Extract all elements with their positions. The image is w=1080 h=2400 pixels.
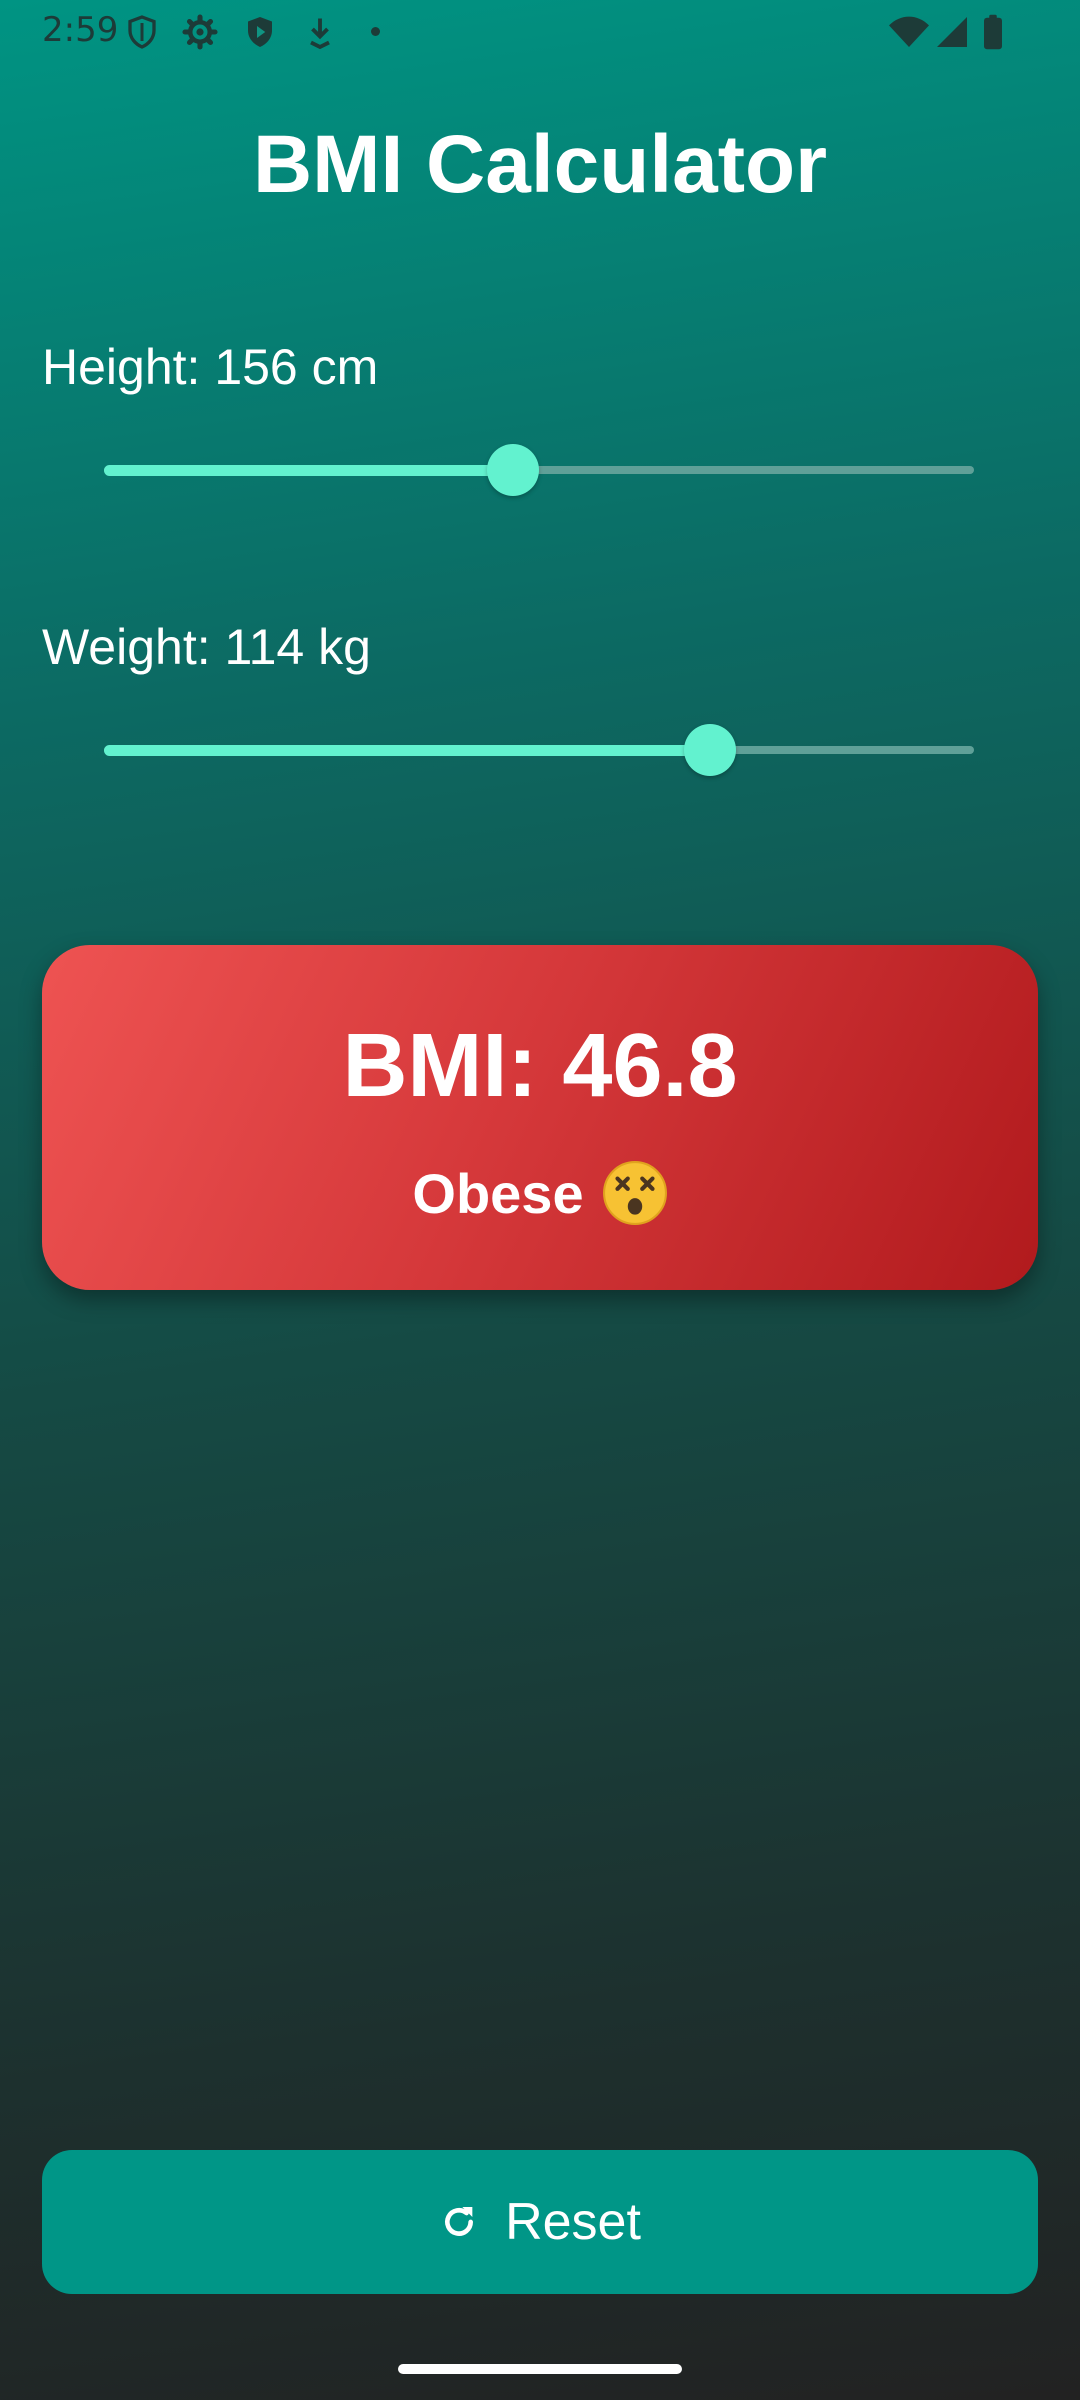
signal-icon (937, 17, 967, 47)
shield-play-icon (248, 17, 272, 47)
status-bar: 2:59 (0, 0, 1080, 64)
height-slider-thumb[interactable] (486, 444, 539, 496)
height-slider[interactable] (104, 440, 974, 500)
weight-slider[interactable] (104, 720, 974, 780)
bmi-result-card: BMI: 46.8 Obese (42, 945, 1038, 1290)
shield-outline-icon (128, 15, 156, 49)
weight-slider-thumb[interactable] (683, 724, 736, 776)
status-time: 2:59 (42, 10, 119, 50)
dot-icon (371, 27, 380, 36)
download-arrow-icon (310, 18, 330, 50)
height-label: Height: 156 cm (42, 339, 379, 395)
gear-icon (182, 14, 218, 50)
height-slider-fill (104, 465, 513, 476)
refresh-icon (445, 2207, 474, 2236)
weight-label: Weight: 114 kg (42, 619, 371, 675)
weight-slider-fill (104, 745, 710, 756)
wifi-icon (889, 16, 929, 47)
home-indicator[interactable] (398, 2364, 682, 2374)
bmi-value: BMI: 46.8 (342, 1016, 738, 1116)
page-title: BMI Calculator (252, 119, 828, 210)
dizzy-face-icon (602, 1161, 667, 1225)
reset-label: Reset (505, 2193, 641, 2251)
reset-button[interactable]: Reset (42, 2150, 1038, 2294)
bmi-category: Obese (412, 1161, 584, 1225)
battery-icon (984, 14, 1002, 50)
bmi-category-row: Obese (42, 1160, 1038, 1226)
